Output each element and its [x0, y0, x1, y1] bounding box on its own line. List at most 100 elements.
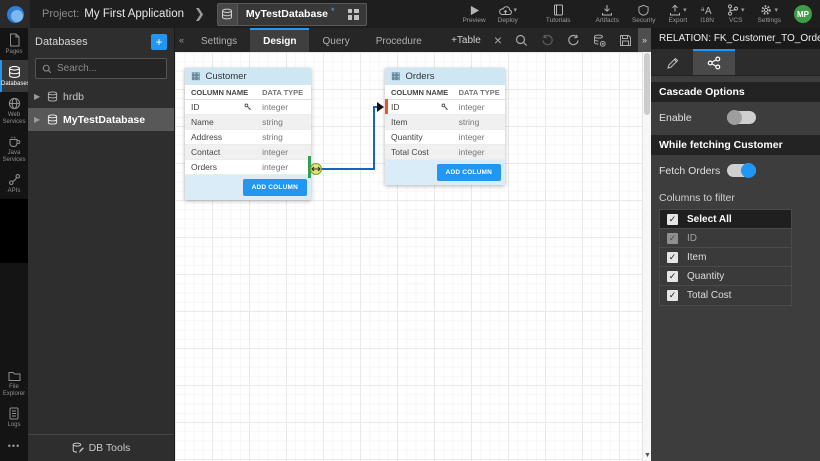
nav-empty-block — [0, 199, 28, 263]
sidebar-item-apis[interactable]: APIs — [0, 168, 28, 199]
settings-button[interactable]: ▾ Settings — [758, 4, 782, 24]
checkbox-checked-icon[interactable]: ✓ — [667, 214, 678, 225]
column-filter-total-cost[interactable]: ✓ Total Cost — [660, 286, 791, 305]
add-database-button[interactable]: + — [151, 34, 167, 50]
table-header-orders[interactable]: ▦ Orders — [385, 68, 505, 85]
scrollbar-down-arrow[interactable]: ▼ — [643, 450, 651, 460]
tree-item-hrdb[interactable]: ▶ hrdb — [28, 85, 174, 108]
canvas-vertical-scrollbar[interactable]: ▼ — [642, 52, 651, 461]
table-row-id-fk-target[interactable]: ID integer — [385, 100, 505, 115]
database-icon — [47, 114, 58, 125]
unsaved-marker: * — [331, 6, 335, 16]
add-column-button[interactable]: ADD COLUMN — [243, 179, 307, 196]
artifacts-button[interactable]: Artifacts — [595, 4, 618, 24]
tab-query[interactable]: Query — [309, 28, 362, 52]
table-card-customer[interactable]: ▦ Customer COLUMN NAME DATA TYPE ID inte… — [185, 68, 311, 200]
project-name[interactable]: My First Application — [84, 8, 184, 20]
caret-down-icon: ▾ — [774, 6, 778, 14]
column-filter-id[interactable]: ✓ ID — [660, 229, 791, 248]
column-filter-quantity[interactable]: ✓ Quantity — [660, 267, 791, 286]
expand-arrow-icon[interactable]: ▶ — [34, 92, 42, 101]
redo-icon[interactable] — [567, 34, 580, 46]
database-icon — [218, 4, 238, 25]
table-row[interactable]: Quantity integer — [385, 130, 505, 145]
tutorials-button[interactable]: Tutorials — [546, 4, 571, 24]
search-input[interactable] — [57, 63, 189, 74]
expand-panel-button[interactable]: » — [638, 28, 651, 52]
tab-relation-options[interactable] — [693, 49, 735, 75]
table-row-orders-fk[interactable]: Orders integer — [185, 160, 311, 175]
checkbox-checked-icon[interactable]: ✓ — [667, 252, 678, 263]
preview-button[interactable]: Preview — [463, 5, 486, 24]
i18n-button[interactable]: Aa I18N — [700, 5, 714, 24]
sidebar-item-java-services[interactable]: Java Services — [0, 130, 28, 168]
tab-settings[interactable]: Settings — [188, 28, 250, 52]
close-icon[interactable]: × — [494, 34, 502, 46]
table-row[interactable]: ID integer — [185, 100, 311, 115]
table-row[interactable]: Total Cost integer — [385, 145, 505, 160]
security-button[interactable]: Security — [632, 4, 655, 24]
deploy-button[interactable]: ▾ Deploy — [498, 5, 518, 24]
db-update-icon[interactable] — [593, 34, 606, 47]
folder-icon — [8, 370, 21, 382]
cascade-options-header: Cascade Options — [651, 82, 820, 102]
table-card-orders[interactable]: ▦ Orders COLUMN NAME DATA TYPE ID intege… — [385, 68, 505, 185]
scrollbar-thumb[interactable] — [644, 53, 650, 115]
databases-panel: Databases + ▶ hrdb ▶ MyTestDatabase DB T… — [28, 28, 175, 461]
undo-icon[interactable] — [541, 34, 554, 46]
dashboard-grid-icon[interactable] — [348, 9, 359, 20]
database-search[interactable] — [35, 58, 167, 79]
globe-icon — [8, 97, 21, 110]
sidebar-item-web-services[interactable]: Web Services — [0, 92, 28, 130]
tree-item-mytestdatabase[interactable]: ▶ MyTestDatabase — [28, 108, 174, 131]
checkbox-checked-icon[interactable]: ✓ — [667, 290, 678, 301]
table-row[interactable]: Name string — [185, 115, 311, 130]
database-icon — [8, 65, 21, 79]
tab-design[interactable]: Design — [250, 28, 309, 52]
table-header-customer[interactable]: ▦ Customer — [185, 68, 311, 85]
app-logo[interactable] — [0, 0, 30, 28]
sidebar-item-pages[interactable]: Pages — [0, 28, 28, 60]
sidebar-item-file-explorer[interactable]: File Explorer — [0, 365, 28, 402]
checkbox-checked-icon[interactable]: ✓ — [667, 271, 678, 282]
export-button[interactable]: ▾ Export — [668, 4, 687, 24]
database-icon — [47, 91, 58, 102]
shield-icon — [638, 4, 649, 16]
table-row[interactable]: Item string — [385, 115, 505, 130]
column-filter-select-all[interactable]: ✓ Select All — [660, 210, 791, 229]
fetch-orders-label: Fetch Orders — [659, 165, 727, 177]
database-tab[interactable]: MyTestDatabase * — [217, 3, 367, 26]
panel-title: Databases — [35, 36, 151, 48]
column-filter-item[interactable]: ✓ Item — [660, 248, 791, 267]
sidebar-item-logs[interactable]: Logs — [0, 402, 28, 433]
nav-more-button[interactable]: ••• — [0, 433, 28, 461]
api-connector-icon — [8, 173, 21, 186]
search-icon[interactable] — [515, 34, 528, 47]
fetch-orders-toggle[interactable] — [727, 164, 756, 177]
table-row[interactable]: Address string — [185, 130, 311, 145]
user-avatar[interactable]: MP — [794, 5, 812, 23]
relation-anchor-icon — [311, 164, 322, 175]
sidebar-item-databases[interactable]: Databases — [0, 60, 28, 92]
save-icon[interactable] — [619, 34, 632, 47]
left-nav: Pages Databases Web Services Java Servic… — [0, 28, 28, 461]
tab-procedure[interactable]: Procedure — [363, 28, 435, 52]
add-column-button[interactable]: ADD COLUMN — [437, 164, 501, 181]
caret-down-icon: ▾ — [514, 6, 518, 14]
svg-text:A: A — [705, 6, 712, 16]
tree-item-label: MyTestDatabase — [63, 114, 145, 126]
tab-edit-relation[interactable] — [651, 49, 693, 75]
schema-design-canvas[interactable]: ▦ Customer COLUMN NAME DATA TYPE ID inte… — [175, 52, 651, 461]
column-headers: COLUMN NAME DATA TYPE — [385, 85, 505, 100]
table-row[interactable]: Contact integer — [185, 145, 311, 160]
vcs-button[interactable]: ▾ VCS — [727, 4, 745, 24]
db-tools-button[interactable]: DB Tools — [28, 434, 174, 461]
table-grid-icon: ▦ — [391, 72, 400, 82]
table-name: Orders — [405, 71, 434, 82]
share-relation-icon — [707, 56, 721, 70]
collapse-panel-button[interactable]: « — [175, 28, 188, 52]
translate-icon: Aa — [701, 5, 714, 16]
enable-toggle[interactable] — [727, 111, 756, 124]
add-table-button[interactable]: +Table — [451, 35, 481, 46]
expand-arrow-icon[interactable]: ▶ — [34, 115, 42, 124]
